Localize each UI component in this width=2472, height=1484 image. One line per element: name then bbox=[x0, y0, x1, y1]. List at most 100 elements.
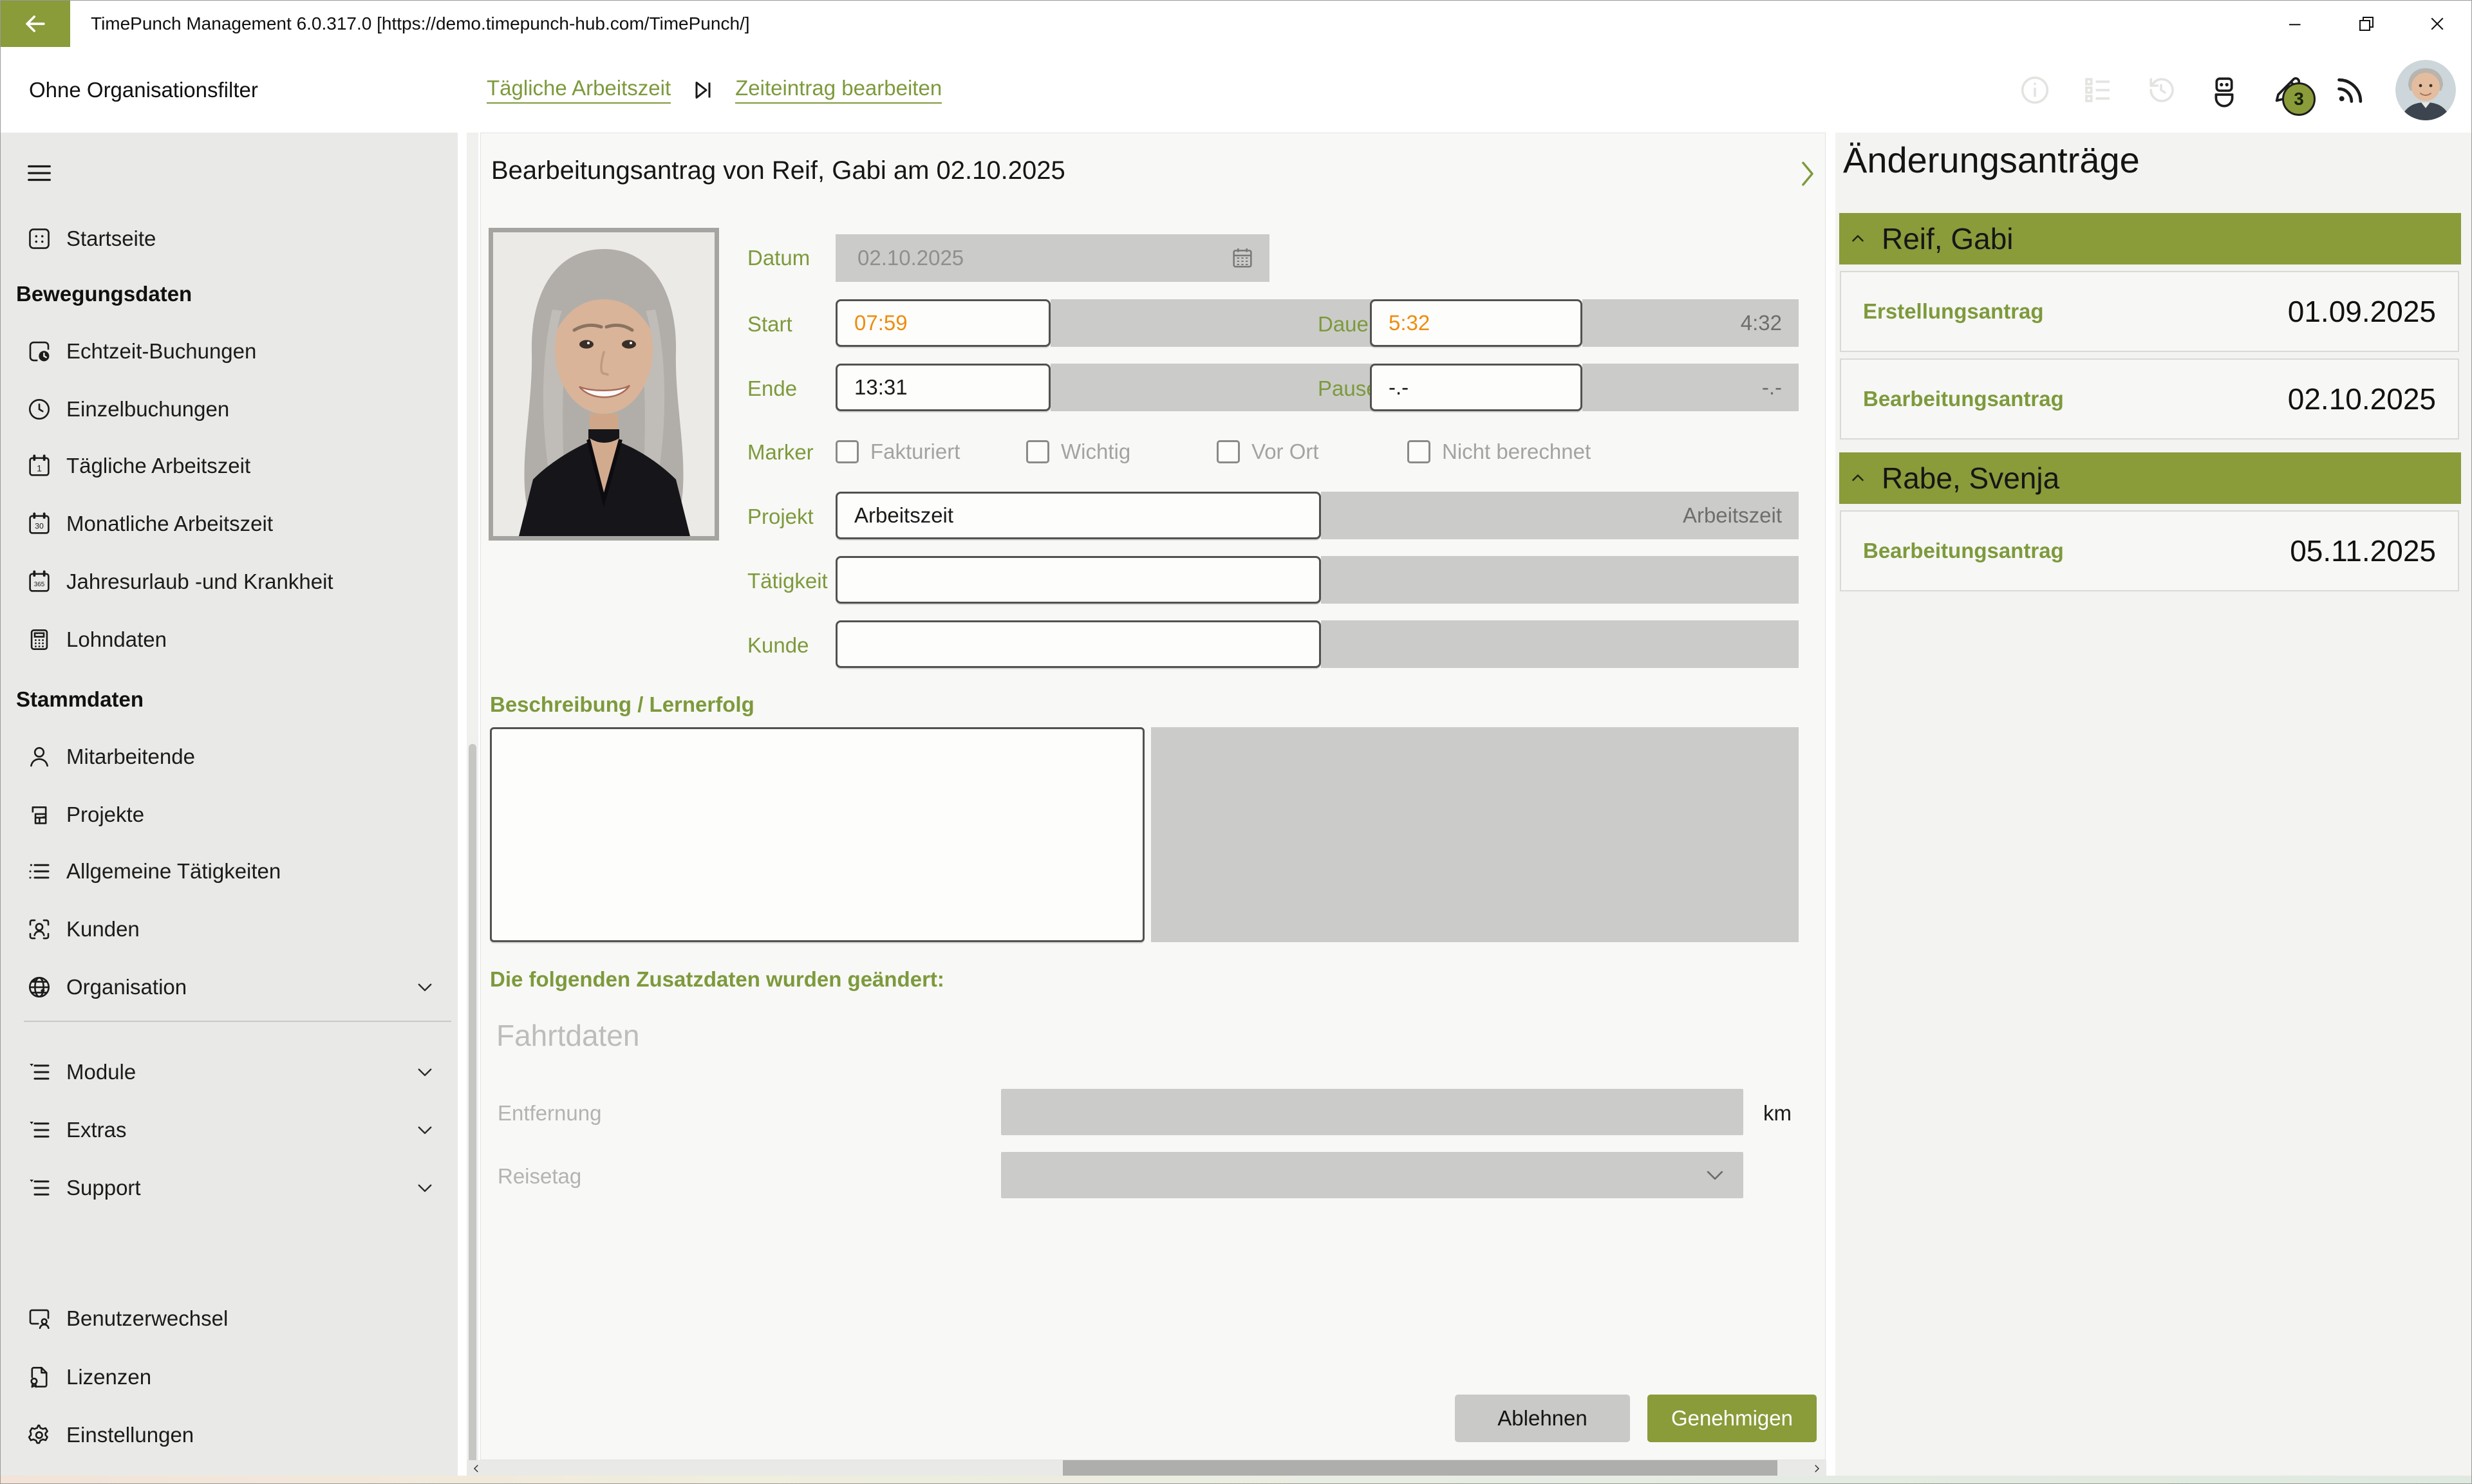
sidebar-item-support[interactable]: Support bbox=[1, 1159, 458, 1217]
restore-button[interactable] bbox=[2331, 1, 2402, 47]
sidebar-item-label: Echtzeit-Buchungen bbox=[66, 339, 256, 364]
sidebar-item-lohndaten[interactable]: Lohndaten bbox=[1, 611, 458, 669]
beschreibung-textarea[interactable] bbox=[490, 727, 1145, 942]
request-group-header[interactable]: Rabe, Svenja bbox=[1839, 452, 2461, 504]
fahrtdaten-heading: Fahrtdaten bbox=[496, 1018, 639, 1053]
start-new-value: 07:59 bbox=[854, 311, 908, 335]
scroll-right-arrow[interactable] bbox=[1807, 1460, 1826, 1477]
horizontal-scrollbar-thumb[interactable] bbox=[1063, 1460, 1777, 1477]
sidebar-item-projekte[interactable]: Projekte bbox=[1, 786, 458, 844]
request-date: 02.10.2025 bbox=[2288, 382, 2436, 416]
chevron-down-icon bbox=[414, 1061, 436, 1083]
reisetag-label: Reisetag bbox=[498, 1164, 581, 1189]
employee-photo bbox=[489, 228, 719, 541]
checkbox[interactable] bbox=[1026, 440, 1049, 463]
beschreibung-old-pane bbox=[1151, 727, 1799, 942]
sidebar-item-label: Kunden bbox=[66, 917, 140, 941]
dauer-input[interactable]: 5:32 bbox=[1370, 299, 1582, 347]
menu-list-icon bbox=[21, 1059, 57, 1086]
home-grid-icon bbox=[21, 225, 57, 252]
entfernung-unit: km bbox=[1763, 1101, 1792, 1126]
sidebar-item-label: Organisation bbox=[66, 975, 187, 999]
gear-icon bbox=[21, 1422, 57, 1449]
back-arrow-icon bbox=[21, 10, 50, 38]
sidebar-item-kunden[interactable]: Kunden bbox=[1, 900, 458, 958]
sidebar-item-label: Tägliche Arbeitszeit bbox=[66, 454, 250, 478]
kunde-input[interactable] bbox=[836, 620, 1321, 668]
checklist-button[interactable] bbox=[2080, 72, 2116, 108]
clock-icon bbox=[21, 396, 57, 423]
request-date: 05.11.2025 bbox=[2290, 533, 2436, 568]
sidebar-item-label: Module bbox=[66, 1060, 136, 1084]
request-card[interactable]: Bearbeitungsantrag02.10.2025 bbox=[1840, 358, 2459, 440]
sidebar-item-echtzeit-buchungen[interactable]: Echtzeit-Buchungen bbox=[1, 322, 458, 380]
sidebar-item-allgemeine-taetigkeiten[interactable]: Allgemeine Tätigkeiten bbox=[1, 842, 458, 900]
desktop-edge-strip bbox=[1, 1476, 2472, 1484]
feed-button[interactable] bbox=[2332, 72, 2368, 108]
approve-button-label: Genehmigen bbox=[1671, 1406, 1793, 1431]
dauer-label: Dauer bbox=[1318, 312, 1376, 337]
ende-label: Ende bbox=[747, 376, 797, 401]
pause-old-pane: -.- bbox=[1582, 364, 1799, 411]
request-group-name: Rabe, Svenja bbox=[1882, 461, 2059, 496]
request-group-header[interactable]: Reif, Gabi bbox=[1839, 213, 2461, 264]
menu-list-icon bbox=[21, 1174, 57, 1201]
collapse-panel-chevron[interactable] bbox=[1797, 158, 1819, 190]
vertical-scrollbar[interactable] bbox=[467, 133, 478, 1476]
vertical-scrollbar-thumb[interactable] bbox=[469, 744, 476, 1484]
checkbox[interactable] bbox=[1217, 440, 1240, 463]
svg-text:365: 365 bbox=[34, 581, 45, 588]
menu-toggle-button[interactable] bbox=[21, 155, 57, 191]
minimize-button[interactable] bbox=[2260, 1, 2331, 47]
checkbox[interactable] bbox=[836, 440, 859, 463]
edit-requests-button[interactable]: 3 bbox=[2269, 72, 2305, 108]
sidebar-item-monatliche-arbeitszeit[interactable]: 30 Monatliche Arbeitszeit bbox=[1, 495, 458, 553]
sidebar-item-einzelbuchungen[interactable]: Einzelbuchungen bbox=[1, 380, 458, 438]
request-card[interactable]: Bearbeitungsantrag05.11.2025 bbox=[1840, 510, 2459, 591]
checkbox[interactable] bbox=[1407, 440, 1430, 463]
history-button[interactable] bbox=[2143, 72, 2179, 108]
user-avatar[interactable] bbox=[2395, 60, 2456, 120]
sidebar-item-mitarbeitende[interactable]: Mitarbeitende bbox=[1, 728, 458, 786]
marker-option-label: Nicht berechnet bbox=[1442, 440, 1591, 464]
close-button[interactable] bbox=[2402, 1, 2472, 47]
ende-input[interactable]: 13:31 bbox=[836, 364, 1051, 411]
sidebar-item-organisation[interactable]: Organisation bbox=[1, 958, 458, 1016]
sidebar-item-label: Lizenzen bbox=[66, 1365, 151, 1389]
marker-option: Wichtig bbox=[1026, 440, 1217, 464]
sidebar-item-extras[interactable]: Extras bbox=[1, 1101, 458, 1159]
pause-new-value: -.- bbox=[1389, 375, 1409, 400]
sidebar-item-module[interactable]: Module bbox=[1, 1043, 458, 1101]
taetigkeit-old-pane bbox=[1321, 556, 1799, 604]
back-button[interactable] bbox=[1, 1, 70, 47]
start-input[interactable]: 07:59 bbox=[836, 299, 1051, 347]
collapse-caret-icon bbox=[1848, 229, 1868, 248]
datum-value: 02.10.2025 bbox=[857, 246, 964, 270]
approve-button[interactable]: Genehmigen bbox=[1647, 1395, 1817, 1442]
request-card[interactable]: Erstellungsantrag01.09.2025 bbox=[1840, 271, 2459, 352]
breadcrumb-link-daily[interactable]: Tägliche Arbeitszeit bbox=[487, 76, 671, 104]
assistant-robot-button[interactable] bbox=[2206, 72, 2242, 108]
request-groups: Reif, GabiErstellungsantrag01.09.2025Bea… bbox=[1835, 213, 2472, 591]
sidebar-item-einstellungen[interactable]: Einstellungen bbox=[1, 1406, 458, 1464]
horizontal-scrollbar[interactable] bbox=[467, 1460, 1826, 1477]
breadcrumb-link-edit[interactable]: Zeiteintrag bearbeiten bbox=[735, 76, 942, 104]
sidebar-item-taegliche-arbeitszeit[interactable]: 1 Tägliche Arbeitszeit bbox=[1, 437, 458, 495]
pause-input[interactable]: -.- bbox=[1370, 364, 1582, 411]
sidebar-item-jahresurlaub[interactable]: 365 Jahresurlaub -und Krankheit bbox=[1, 553, 458, 611]
sidebar-item-lizenzen[interactable]: Lizenzen bbox=[1, 1348, 458, 1406]
pause-old-value: -.- bbox=[1762, 375, 1782, 400]
taetigkeit-input[interactable] bbox=[836, 556, 1321, 604]
marker-option-label: Vor Ort bbox=[1251, 440, 1319, 464]
sidebar-item-benutzerwechsel[interactable]: Benutzerwechsel bbox=[1, 1290, 458, 1348]
sidebar-item-label: Einstellungen bbox=[66, 1423, 194, 1447]
person-icon bbox=[21, 743, 57, 770]
projekt-input[interactable]: Arbeitszeit bbox=[836, 492, 1321, 539]
sidebar-item-startseite[interactable]: Startseite bbox=[1, 210, 458, 268]
info-button[interactable] bbox=[2017, 72, 2053, 108]
projekt-new-value: Arbeitszeit bbox=[854, 503, 953, 528]
scroll-left-arrow[interactable] bbox=[467, 1460, 486, 1477]
reject-button[interactable]: Ablehnen bbox=[1455, 1395, 1630, 1442]
sidebar-item-label: Lohndaten bbox=[66, 627, 167, 652]
marker-option-label: Fakturiert bbox=[870, 440, 960, 464]
